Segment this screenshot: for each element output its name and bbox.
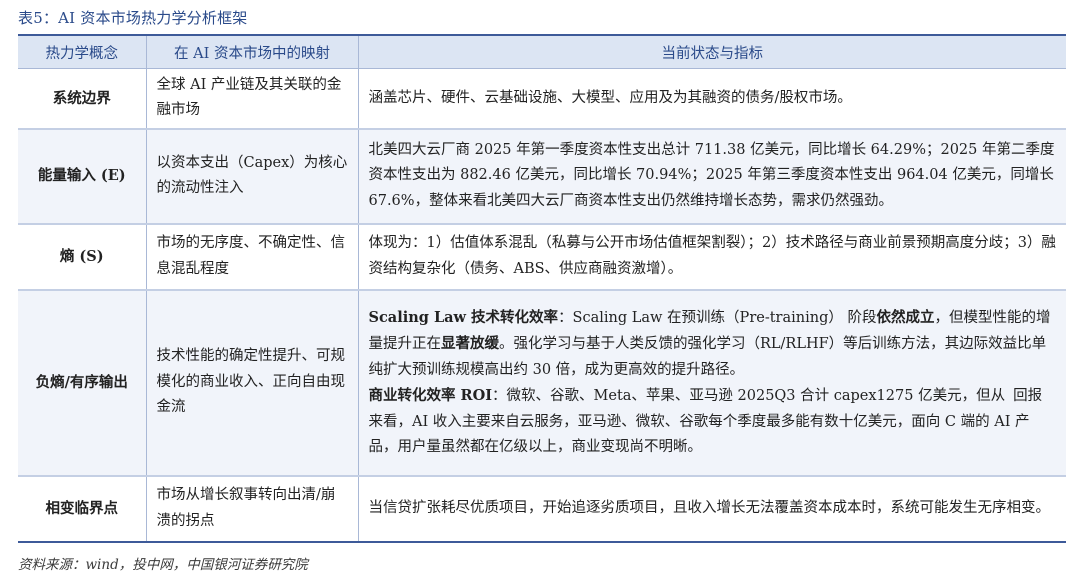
status-cell: 涵盖芯片、硬件、云基础设施、大模型、应用及为其融资的债务/股权市场。 [357, 68, 1066, 130]
table-row: 负熵/有序输出 技术性能的确定性提升、可规模化的商业收入、正向自由现金流 Sca… [18, 289, 1066, 477]
column-header-mapping: 在 AI 资本市场中的映射 [145, 34, 358, 69]
status-cell: 体现为：1）估值体系混乱（私募与公开市场估值框架割裂）；2）技术路径与商业前景预… [357, 223, 1066, 291]
mapping-cell: 市场从增长叙事转向出清/崩溃的拐点 [145, 475, 358, 543]
table-row: 能量输入 (E) 以资本支出（Capex）为核心的流动性注入 北美四大云厂商 2… [18, 128, 1066, 225]
mapping-cell: 以资本支出（Capex）为核心的流动性注入 [145, 128, 358, 225]
status-cell: Scaling Law 技术转化效率：Scaling Law 在预训练（Pre-… [357, 289, 1066, 477]
concept-cell: 能量输入 (E) [18, 128, 146, 225]
mapping-cell: 全球 AI 产业链及其关联的金融市场 [145, 68, 358, 130]
scaling-law-emphasis: 依然成立 [876, 308, 935, 326]
concept-cell: 熵 (S) [18, 223, 146, 291]
concept-cell: 系统边界 [18, 68, 146, 130]
table-row: 熵 (S) 市场的无序度、不确定性、信息混乱程度 体现为：1）估值体系混乱（私募… [18, 223, 1066, 291]
table-row: 系统边界 全球 AI 产业链及其关联的金融市场 涵盖芯片、硬件、云基础设施、大模… [18, 68, 1066, 130]
table-caption: 表5：AI 资本市场热力学分析框架 [18, 9, 248, 27]
status-cell: 当信贷扩张耗尽优质项目，开始追逐劣质项目，且收入增长无法覆盖资本成本时，系统可能… [357, 475, 1066, 543]
source-note: 资料来源：wind，投中网，中国银河证券研究院 [18, 557, 308, 573]
table-header-row: 热力学概念 在 AI 资本市场中的映射 当前状态与指标 [18, 34, 1066, 69]
roi-heading: 商业转化效率 ROI [368, 387, 493, 404]
mapping-cell: 技术性能的确定性提升、可规模化的商业收入、正向自由现金流 [145, 289, 358, 477]
roi-text: ：微软、谷歌、Meta、苹果、亚马逊 2025Q3 合计 capex1275 亿… [492, 388, 1006, 404]
scaling-law-heading: Scaling Law 技术转化效率 [368, 308, 559, 326]
status-cell: 北美四大云厂商 2025 年第一季度资本性支出总计 711.38 亿美元，同比增… [357, 128, 1066, 225]
scaling-law-paragraph: Scaling Law 技术转化效率：Scaling Law 在预训练（Pre-… [369, 305, 1057, 384]
concept-cell: 相变临界点 [18, 475, 146, 543]
scaling-law-text: ：Scaling Law 在预训练（Pre-training） 阶段 [558, 309, 877, 326]
column-header-status: 当前状态与指标 [357, 34, 1066, 69]
concept-cell: 负熵/有序输出 [18, 289, 146, 477]
roi-paragraph: 商业转化效率 ROI：微软、谷歌、Meta、苹果、亚马逊 2025Q3 合计 c… [369, 383, 1057, 461]
analysis-table: 热力学概念 在 AI 资本市场中的映射 当前状态与指标 系统边界 全球 AI 产… [18, 34, 1066, 543]
table-row: 相变临界点 市场从增长叙事转向出清/崩溃的拐点 当信贷扩张耗尽优质项目，开始追逐… [18, 475, 1066, 543]
mapping-cell: 市场的无序度、不确定性、信息混乱程度 [145, 223, 358, 291]
column-header-concept: 热力学概念 [18, 34, 146, 69]
scaling-law-emphasis: 显著放缓 [441, 335, 499, 352]
